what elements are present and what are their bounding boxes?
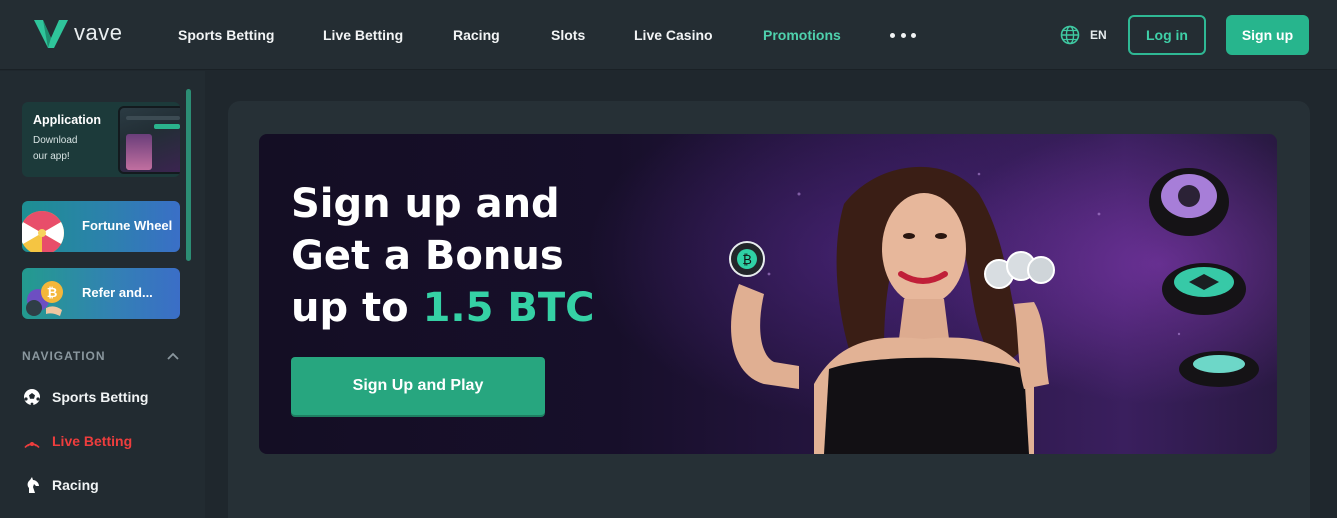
sidebar-item-racing[interactable]: Racing <box>22 474 99 496</box>
phone-preview-image <box>118 106 180 174</box>
live-signal-icon <box>24 442 40 449</box>
app-download-card[interactable]: Application Download our app! <box>22 102 180 177</box>
refer-friend-label: Refer and... <box>82 285 153 300</box>
nav-promotions[interactable]: Promotions <box>763 24 841 46</box>
navigation-heading: NAVIGATION <box>22 349 106 363</box>
banner-line-1: Sign up and <box>291 181 560 227</box>
nav-live-betting[interactable]: Live Betting <box>323 24 403 46</box>
sidebar-item-sports-betting[interactable]: Sports Betting <box>22 386 148 408</box>
promo-banner[interactable]: Sign up and Get a Bonus up to 1.5 BTC Si… <box>259 134 1277 454</box>
signup-and-play-button[interactable]: Sign Up and Play <box>291 357 545 415</box>
bonus-amount: 1.5 BTC <box>422 285 595 331</box>
sidebar-item-label: Racing <box>52 477 99 493</box>
sidebar: Application Download our app! Fortune Wh… <box>0 71 205 518</box>
app-card-title: Application <box>33 113 102 127</box>
nav-racing[interactable]: Racing <box>453 24 500 46</box>
refer-friend-card[interactable]: ₿ Refer and... <box>22 268 180 319</box>
top-header: vave Sports Betting Live Betting Racing … <box>0 0 1337 70</box>
nav-slots[interactable]: Slots <box>551 24 585 46</box>
banner-line-3: up to 1.5 BTC <box>291 282 594 334</box>
login-button[interactable]: Log in <box>1128 15 1206 55</box>
more-menu-button[interactable] <box>890 26 916 44</box>
banner-line-2: Get a Bonus <box>291 233 564 279</box>
fortune-wheel-card[interactable]: Fortune Wheel <box>22 201 180 252</box>
coins-icon: ₿ <box>26 281 63 316</box>
svg-text:₿: ₿ <box>47 286 58 301</box>
nav-sports-betting[interactable]: Sports Betting <box>178 24 274 46</box>
chevron-up-icon[interactable] <box>166 349 180 363</box>
sidebar-item-label: Live Betting <box>52 433 133 449</box>
vave-logo-icon <box>34 20 68 48</box>
soccer-ball-icon <box>24 389 40 406</box>
globe-icon <box>1060 25 1080 45</box>
sidebar-item-label: Sports Betting <box>52 389 149 405</box>
fortune-wheel-icon <box>22 211 64 252</box>
language-selector[interactable]: EN <box>1060 24 1107 46</box>
casino-host-illustration: ₿ <box>729 166 1259 454</box>
horse-icon <box>27 477 39 493</box>
logo-text: vave <box>74 20 123 45</box>
signup-button[interactable]: Sign up <box>1226 15 1309 55</box>
svg-text:₿: ₿ <box>742 253 752 268</box>
sidebar-scrollbar[interactable] <box>186 89 191 261</box>
app-card-subtitle: Download our app! <box>33 135 78 162</box>
sidebar-item-live-betting[interactable]: Live Betting <box>22 430 132 452</box>
banner-line-3-prefix: up to <box>291 285 423 331</box>
nav-live-casino[interactable]: Live Casino <box>634 24 713 46</box>
fortune-wheel-label: Fortune Wheel <box>82 218 173 233</box>
ellipsis-icon <box>890 32 895 38</box>
banner-headline: Sign up and Get a Bonus up to 1.5 BTC <box>291 178 594 334</box>
vave-logo[interactable]: vave <box>34 16 122 50</box>
language-code: EN <box>1090 28 1107 42</box>
